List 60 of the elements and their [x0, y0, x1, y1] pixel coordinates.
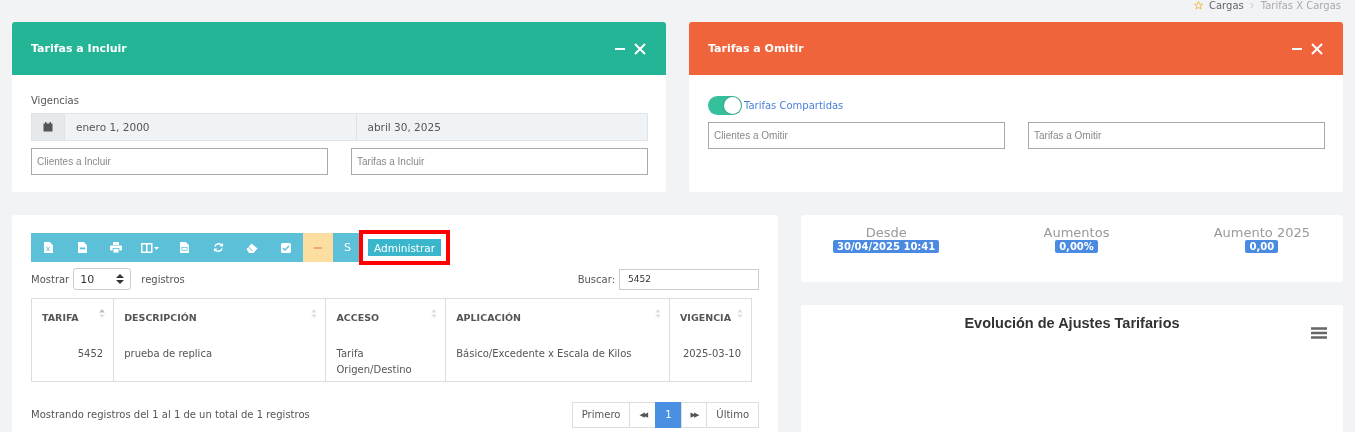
close-icon[interactable]	[1311, 42, 1323, 55]
table-info: Mostrando registros del 1 al 1 de un total de 1 registros	[31, 409, 310, 420]
column-header[interactable]: TARIFA	[31, 298, 114, 335]
column-header[interactable]: ACCESO	[326, 298, 446, 335]
toggle-label: Tarifas Compartidas	[744, 99, 844, 111]
table-cell: 2025-03-10	[669, 335, 752, 381]
column-header[interactable]: APLICACIÓN	[445, 298, 670, 335]
csv-file-icon	[179, 242, 189, 253]
search-field[interactable]: 5452	[619, 268, 759, 290]
table-cell: 5452	[31, 335, 114, 381]
table-cell: Tarifa Origen/Destino	[326, 335, 446, 381]
date-from: enero 1, 2000	[75, 120, 151, 135]
sort-icon	[311, 308, 318, 319]
table-cell: prueba de replica	[113, 335, 326, 381]
toggle-switch[interactable]	[708, 95, 742, 115]
checkbox-icon	[281, 242, 291, 253]
calendar-icon	[43, 122, 53, 132]
input-field[interactable]: Tarifas a Incluir	[351, 148, 648, 175]
eraser-icon	[246, 242, 258, 253]
toolbar-button[interactable]	[31, 233, 65, 262]
sort-caret-icon	[116, 273, 125, 285]
stat-label: Aumentos	[1043, 225, 1110, 240]
breadcrumb-separator	[1249, 2, 1255, 9]
print-icon	[110, 242, 122, 253]
date-range-field[interactable]: enero 1, 2000 abril 30, 2025	[31, 113, 648, 141]
chart-title: Evolución de Ajustes Tarifarios	[963, 315, 1181, 331]
excel-file-icon	[43, 242, 53, 253]
table-cell: Básico/Excedente x Escala de Kilos	[445, 335, 670, 381]
pdf-file-icon	[77, 242, 87, 253]
sort-icon	[99, 308, 106, 319]
page-button[interactable]: Último	[706, 401, 759, 428]
star-icon	[1194, 1, 1203, 10]
stat-label: Aumento 2025	[1213, 225, 1310, 240]
input-field[interactable]: Clientes a Omitir	[708, 122, 1005, 149]
panel-title: Tarifas a Incluir	[31, 42, 127, 55]
input-field[interactable]: Tarifas a Omitir	[1028, 122, 1325, 149]
length-label: Mostrar	[31, 273, 70, 285]
stat-label: Desde	[865, 225, 907, 240]
columns-icon	[141, 242, 159, 253]
column-header[interactable]: VIGENCIA	[669, 298, 752, 335]
input-field[interactable]: Clientes a Incluir	[31, 148, 328, 175]
page-button[interactable]: Primero	[571, 401, 631, 428]
panel-title: Tarifas a Omitir	[708, 42, 804, 55]
date-to: abril 30, 2025	[355, 114, 647, 140]
sort-icon	[737, 308, 743, 319]
length-label: registros	[141, 273, 185, 285]
breadcrumb-link[interactable]: Cargas	[1209, 0, 1244, 11]
sort-icon	[655, 308, 661, 319]
toolbar-button[interactable]	[269, 233, 303, 262]
refresh-icon	[212, 242, 224, 253]
stat-badge: 0,00%	[1055, 240, 1098, 253]
menu-icon[interactable]	[1311, 327, 1327, 339]
section-label: Vigencias	[31, 95, 80, 106]
page-size-select[interactable]: 10	[73, 268, 132, 290]
search-label: Buscar:	[577, 273, 615, 285]
column-header[interactable]: DESCRIPCIÓN	[113, 298, 326, 335]
close-icon[interactable]	[634, 42, 646, 55]
sort-icon	[431, 308, 438, 319]
stat-badge: 0,00	[1245, 240, 1279, 253]
stat-badge: 30/04/2025 10:41	[833, 240, 940, 253]
